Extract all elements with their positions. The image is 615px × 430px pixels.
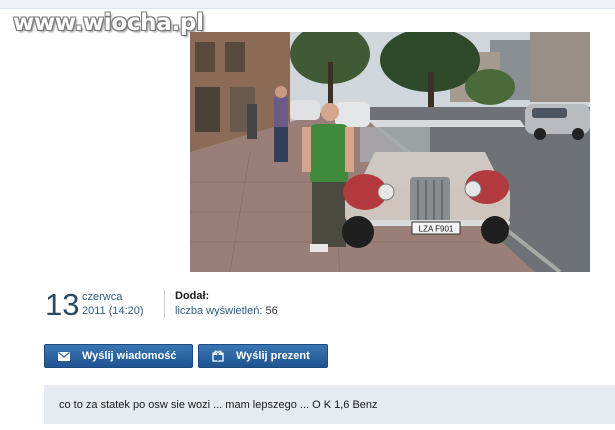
send-message-button[interactable]: Wyślij wiadomość — [44, 344, 193, 368]
send-gift-label: Wyślij prezent — [236, 350, 310, 362]
meta-divider — [164, 290, 165, 318]
send-gift-button[interactable]: Wyślij prezent — [198, 344, 328, 368]
views-label: liczba wyświetleń: — [175, 305, 263, 317]
site-watermark: www.wiocha.pl — [13, 10, 204, 36]
street-car-photo: LZA F901 — [190, 32, 590, 272]
post-description: co to za statek po osw sie wozi ... mam … — [44, 385, 615, 424]
date-day: 13 — [45, 287, 80, 322]
license-plate-text: LZA F901 — [419, 225, 454, 234]
top-bar — [0, 0, 615, 9]
post-description-text: co to za statek po osw sie wozi ... mam … — [59, 398, 378, 411]
added-by-label: Dodał: — [175, 290, 210, 302]
date-month: czerwca — [82, 291, 123, 303]
views-count: 56 — [265, 305, 278, 317]
views-counter: liczba wyświetleń: 56 — [175, 305, 278, 317]
gift-icon — [212, 350, 226, 362]
post-photo[interactable]: LZA F901 — [190, 32, 590, 272]
envelope-icon — [58, 350, 72, 362]
send-message-label: Wyślij wiadomość — [82, 350, 177, 362]
date-year-time: 2011 (14:20) — [82, 305, 144, 317]
